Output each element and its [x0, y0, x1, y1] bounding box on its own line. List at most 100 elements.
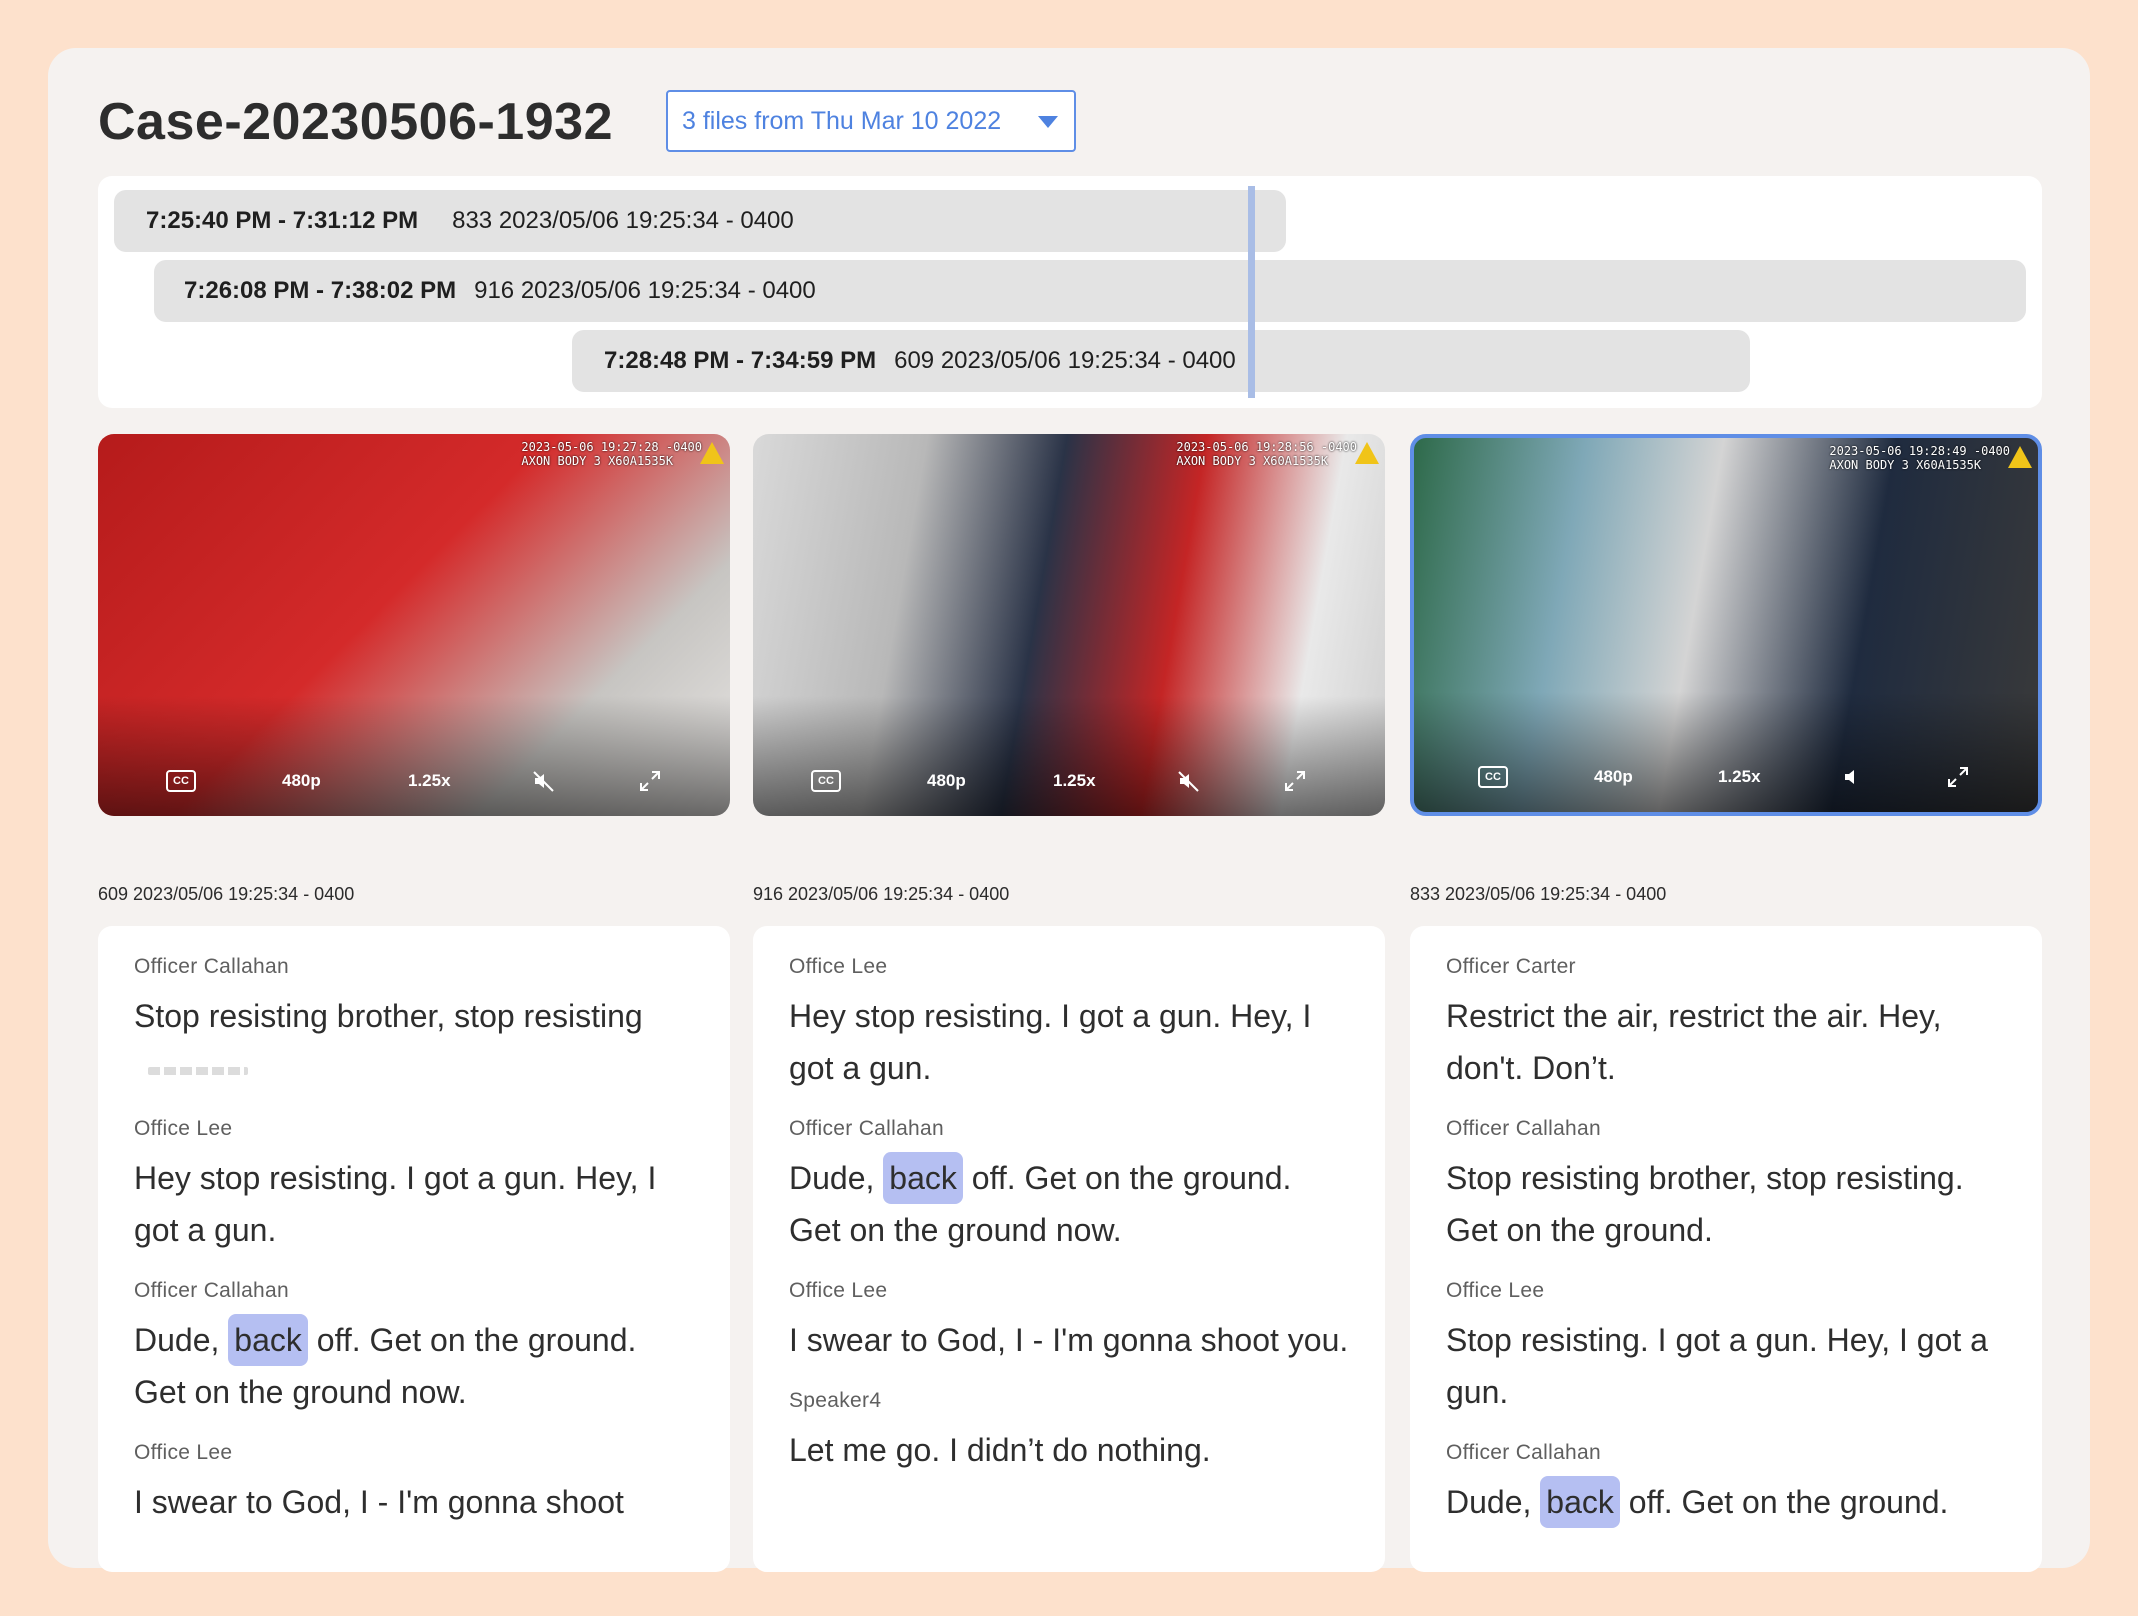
video-controls: CC 480p 1.25x [753, 764, 1385, 798]
speed-button[interactable]: 1.25x [1053, 771, 1096, 791]
transcript-entry[interactable]: Officer Callahan Dude, back off. Get on … [134, 1276, 694, 1418]
utterance-text: Dude, back off. Get on the ground. [1446, 1476, 2006, 1528]
video-stamp-line: 2023-05-06 19:28:49 -0400 [1829, 444, 2010, 458]
utterance-segment: Stop resisting brother, stop resisting [134, 998, 643, 1034]
fullscreen-icon[interactable] [1946, 765, 1970, 789]
transcript-entry[interactable]: Speaker4 Let me go. I didn’t do nothing. [789, 1386, 1349, 1476]
video-shade [753, 696, 1385, 816]
chevron-down-icon [1038, 116, 1058, 128]
video-player-916[interactable]: 2023-05-06 19:28:56 -0400 AXON BODY 3 X6… [753, 434, 1385, 816]
utterance-text: I swear to God, I - I'm gonna shoot [134, 1484, 624, 1520]
speaker-icon[interactable] [1842, 765, 1866, 789]
timeline[interactable]: 7:25:40 PM - 7:31:12 PM 833 2023/05/06 1… [98, 176, 2042, 408]
closed-captions-icon[interactable]: CC [1478, 766, 1508, 788]
utterance-text: Dude, back off. Get on the ground. Get o… [789, 1152, 1349, 1256]
warning-icon [700, 442, 724, 464]
speaker-name: Officer Carter [1446, 955, 1576, 978]
video-stamp-line: 2023-05-06 19:28:56 -0400 [1176, 440, 1357, 454]
closed-captions-icon[interactable]: CC [166, 770, 196, 792]
search-highlight[interactable]: back [883, 1152, 963, 1204]
speaker-name: Speaker4 [789, 1389, 882, 1412]
video-caption-609: 609 2023/05/06 19:25:34 - 0400 [98, 884, 355, 904]
video-caption-916: 916 2023/05/06 19:25:34 - 0400 [753, 884, 1010, 904]
transcript-card-916[interactable]: Office Lee Hey stop resisting. I got a g… [753, 926, 1385, 1572]
speaker-name: Office Lee [789, 1279, 888, 1302]
transcript-entry[interactable]: Officer Callahan Stop resisting brother,… [1446, 1114, 2006, 1256]
video-player-609[interactable]: 2023-05-06 19:27:28 -0400 AXON BODY 3 X6… [98, 434, 730, 816]
timeline-range: 7:26:08 PM - 7:38:02 PM [184, 277, 457, 304]
timeline-file-label: 833 2023/05/06 19:25:34 - 0400 [452, 207, 794, 234]
utterance-text: Stop resisting brother, stop resisting. … [1446, 1160, 1964, 1248]
utterance-text: Hey stop resisting. I got a gun. Hey, I … [134, 1160, 657, 1248]
speaker-name: Officer Callahan [789, 1117, 944, 1140]
search-highlight[interactable]: back [1540, 1476, 1620, 1528]
utterance-text: Stop resisting. I got a gun. Hey, I got … [1446, 1322, 1988, 1410]
transcript-entry[interactable]: Office Lee Stop resisting. I got a gun. … [1446, 1276, 2006, 1418]
transcript-entry[interactable]: Office Lee Hey stop resisting. I got a g… [134, 1114, 694, 1256]
speaker-name: Officer Callahan [1446, 1117, 1601, 1140]
video-timestamp: 2023-05-06 19:27:28 -0400 AXON BODY 3 X6… [521, 440, 702, 468]
speaker-name: Officer Callahan [1446, 1441, 1601, 1464]
search-highlight[interactable]: back [228, 1314, 308, 1366]
transcript-card-609[interactable]: Officer Callahan Stop resisting brother,… [98, 926, 730, 1572]
utterance-text: Stop resisting brother, stop resisting [134, 990, 694, 1094]
video-player-833[interactable]: 2023-05-06 19:28:49 -0400 AXON BODY 3 X6… [1410, 434, 2042, 816]
speaker-name: Office Lee [789, 955, 888, 978]
quality-button[interactable]: 480p [282, 771, 321, 791]
utterance-text: Let me go. I didn’t do nothing. [789, 1432, 1211, 1468]
transcript-entry[interactable]: Office Lee I swear to God, I - I'm gonna… [789, 1276, 1349, 1366]
speaker-name: Office Lee [134, 1117, 233, 1140]
video-caption-833: 833 2023/05/06 19:25:34 - 0400 [1410, 884, 1667, 904]
fullscreen-icon[interactable] [1283, 769, 1307, 793]
transcript-entry[interactable]: Office Lee I swear to God, I - I'm gonna… [134, 1438, 694, 1528]
files-dropdown-label: 3 files from Thu Mar 10 2022 [682, 106, 1002, 135]
timeline-file-label: 916 2023/05/06 19:25:34 - 0400 [474, 277, 816, 304]
transcript-entry[interactable]: Officer Carter Restrict the air, restric… [1446, 952, 2006, 1094]
warning-icon [1355, 442, 1379, 464]
timeline-bar-916[interactable]: 7:26:08 PM - 7:38:02 PM 916 2023/05/06 1… [154, 260, 2026, 322]
video-controls: CC 480p 1.25x [1414, 760, 2038, 794]
speaker-name: Officer Callahan [134, 1279, 289, 1302]
utterance-segment: off. Get on the ground. [1619, 1484, 1949, 1520]
timeline-bar-833[interactable]: 7:25:40 PM - 7:31:12 PM 833 2023/05/06 1… [114, 190, 1286, 252]
video-stamp-device: AXON BODY 3 X60A1535K [521, 454, 674, 468]
loading-indicator [148, 1066, 248, 1075]
quality-button[interactable]: 480p [927, 771, 966, 791]
muted-speaker-icon[interactable] [1177, 769, 1201, 793]
video-controls: CC 480p 1.25x [98, 764, 730, 798]
transcript-entry[interactable]: Officer Callahan Dude, back off. Get on … [789, 1114, 1349, 1256]
files-dropdown[interactable]: 3 files from Thu Mar 10 2022 [666, 90, 1076, 152]
transcript-entry[interactable]: Officer Callahan Stop resisting brother,… [134, 952, 694, 1094]
speaker-name: Officer Callahan [134, 955, 289, 978]
app-frame: Case-20230506-1932 3 files from Thu Mar … [0, 0, 2138, 1616]
video-timestamp: 2023-05-06 19:28:56 -0400 AXON BODY 3 X6… [1176, 440, 1357, 468]
utterance-segment: Dude, [1446, 1484, 1541, 1520]
video-stamp-device: AXON BODY 3 X60A1535K [1829, 458, 1982, 472]
timeline-playhead[interactable] [1248, 186, 1255, 398]
timeline-file-label: 609 2023/05/06 19:25:34 - 0400 [894, 347, 1236, 374]
muted-speaker-icon[interactable] [532, 769, 556, 793]
transcript-card-833[interactable]: Officer Carter Restrict the air, restric… [1410, 926, 2042, 1572]
utterance-segment: Dude, [789, 1160, 884, 1196]
timeline-range: 7:28:48 PM - 7:34:59 PM [604, 347, 877, 374]
speaker-name: Office Lee [1446, 1279, 1545, 1302]
transcript-entry[interactable]: Officer Callahan Dude, back off. Get on … [1446, 1438, 2006, 1528]
case-panel: Case-20230506-1932 3 files from Thu Mar … [48, 48, 2090, 1572]
video-stamp-device: AXON BODY 3 X60A1535K [1176, 454, 1329, 468]
fullscreen-icon[interactable] [638, 769, 662, 793]
speaker-name: Office Lee [134, 1441, 233, 1464]
warning-icon [2008, 446, 2032, 468]
utterance-text: Dude, back off. Get on the ground. Get o… [134, 1314, 694, 1418]
utterance-text: I swear to God, I - I'm gonna shoot you. [789, 1322, 1349, 1358]
quality-button[interactable]: 480p [1594, 767, 1633, 787]
video-shade [1414, 692, 2038, 812]
transcript-entry[interactable]: Office Lee Hey stop resisting. I got a g… [789, 952, 1349, 1094]
closed-captions-icon[interactable]: CC [811, 770, 841, 792]
speed-button[interactable]: 1.25x [1718, 767, 1761, 787]
timeline-bar-609[interactable]: 7:28:48 PM - 7:34:59 PM 609 2023/05/06 1… [572, 330, 1750, 392]
speed-button[interactable]: 1.25x [408, 771, 451, 791]
video-shade [98, 696, 730, 816]
utterance-segment: Dude, [134, 1322, 229, 1358]
utterance-text: Restrict the air, restrict the air. Hey,… [1446, 998, 1942, 1086]
case-title: Case-20230506-1932 [98, 93, 613, 151]
